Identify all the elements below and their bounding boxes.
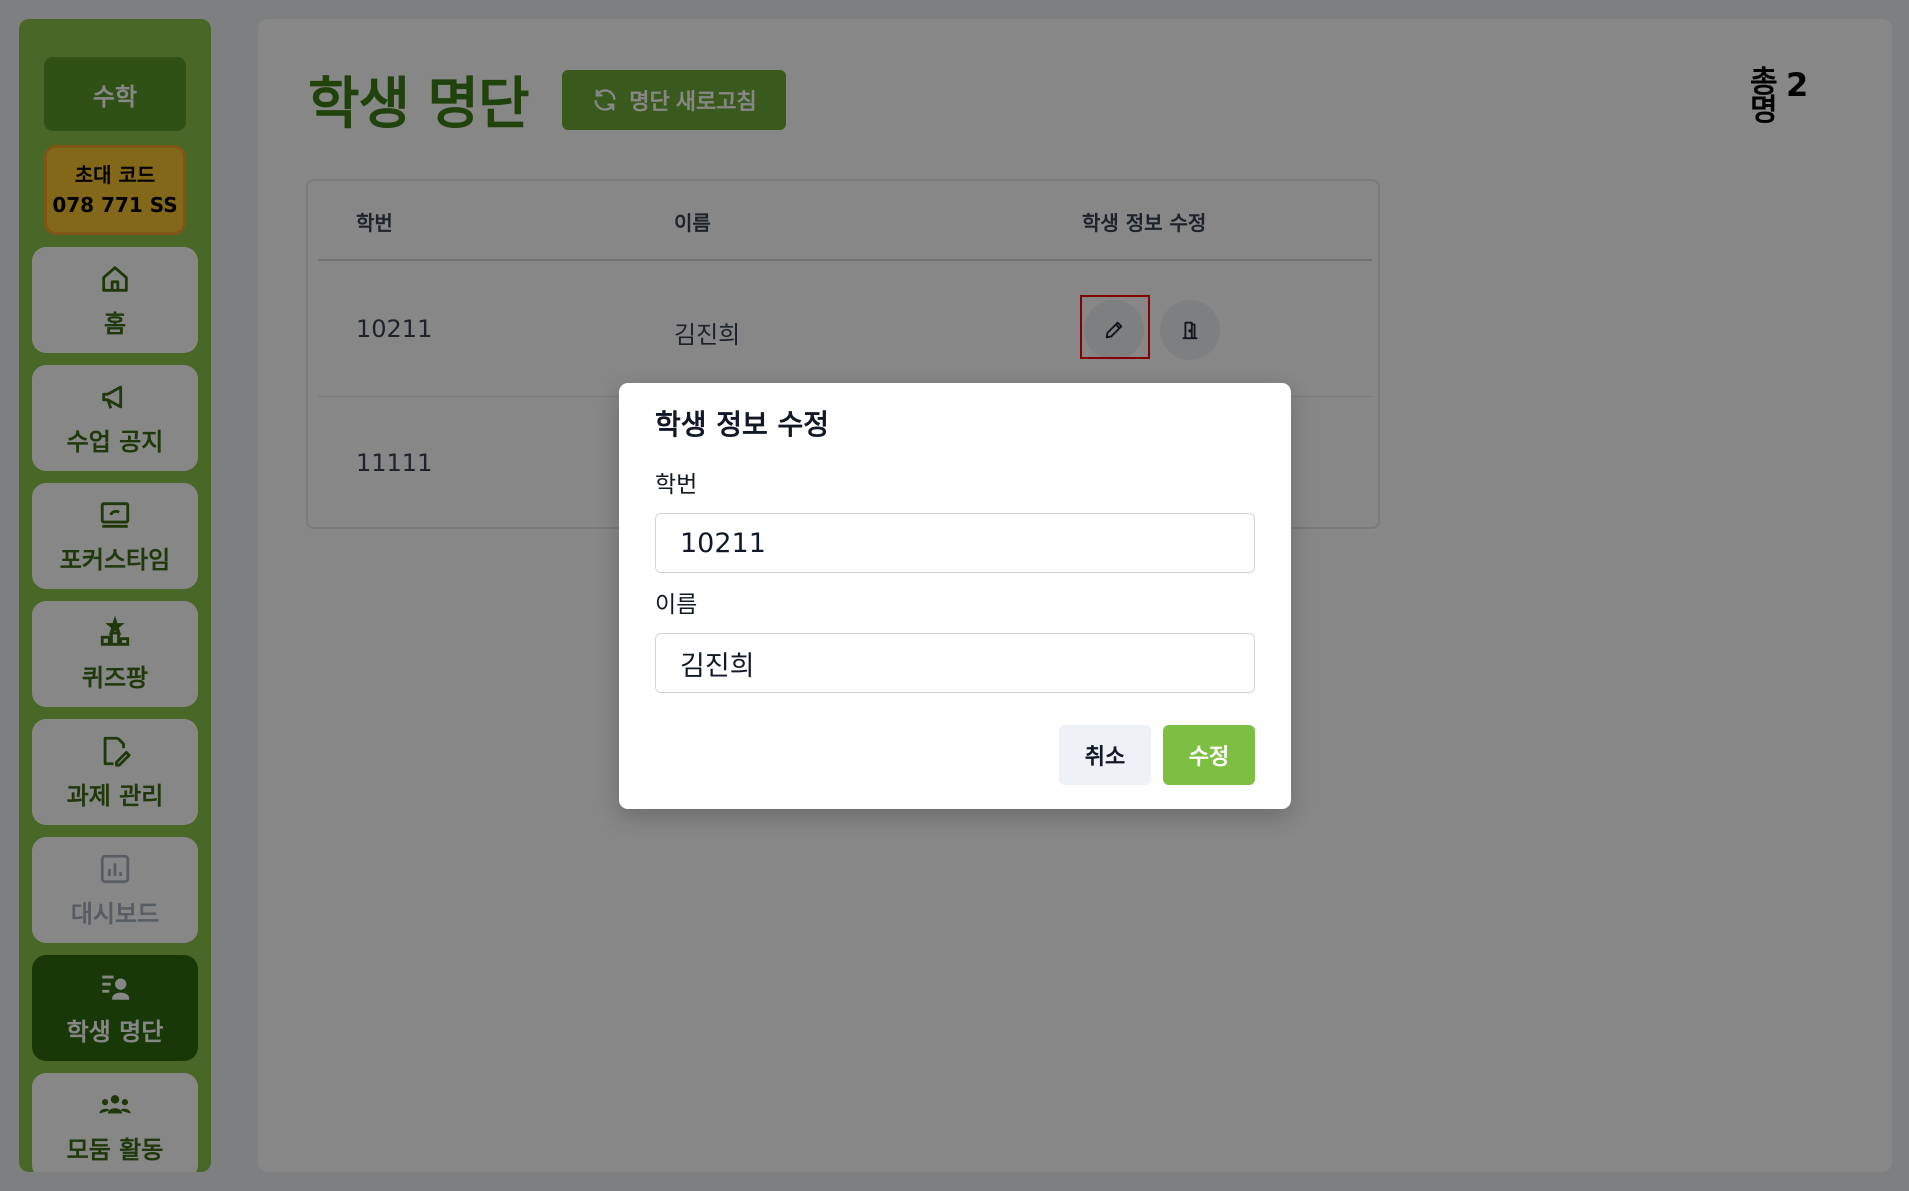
student-name-input[interactable] [655, 633, 1255, 693]
student-name-label: 이름 [655, 592, 698, 618]
student-id-input[interactable] [655, 513, 1255, 573]
dialog-title: 학생 정보 수정 [655, 408, 830, 441]
edit-student-dialog: 학생 정보 수정 학번 이름 취소 수정 [619, 383, 1291, 809]
student-id-label: 학번 [655, 472, 698, 498]
dialog-actions: 취소 수정 [1059, 725, 1255, 785]
submit-edit-button[interactable]: 수정 [1163, 725, 1255, 785]
cancel-button[interactable]: 취소 [1059, 725, 1151, 785]
